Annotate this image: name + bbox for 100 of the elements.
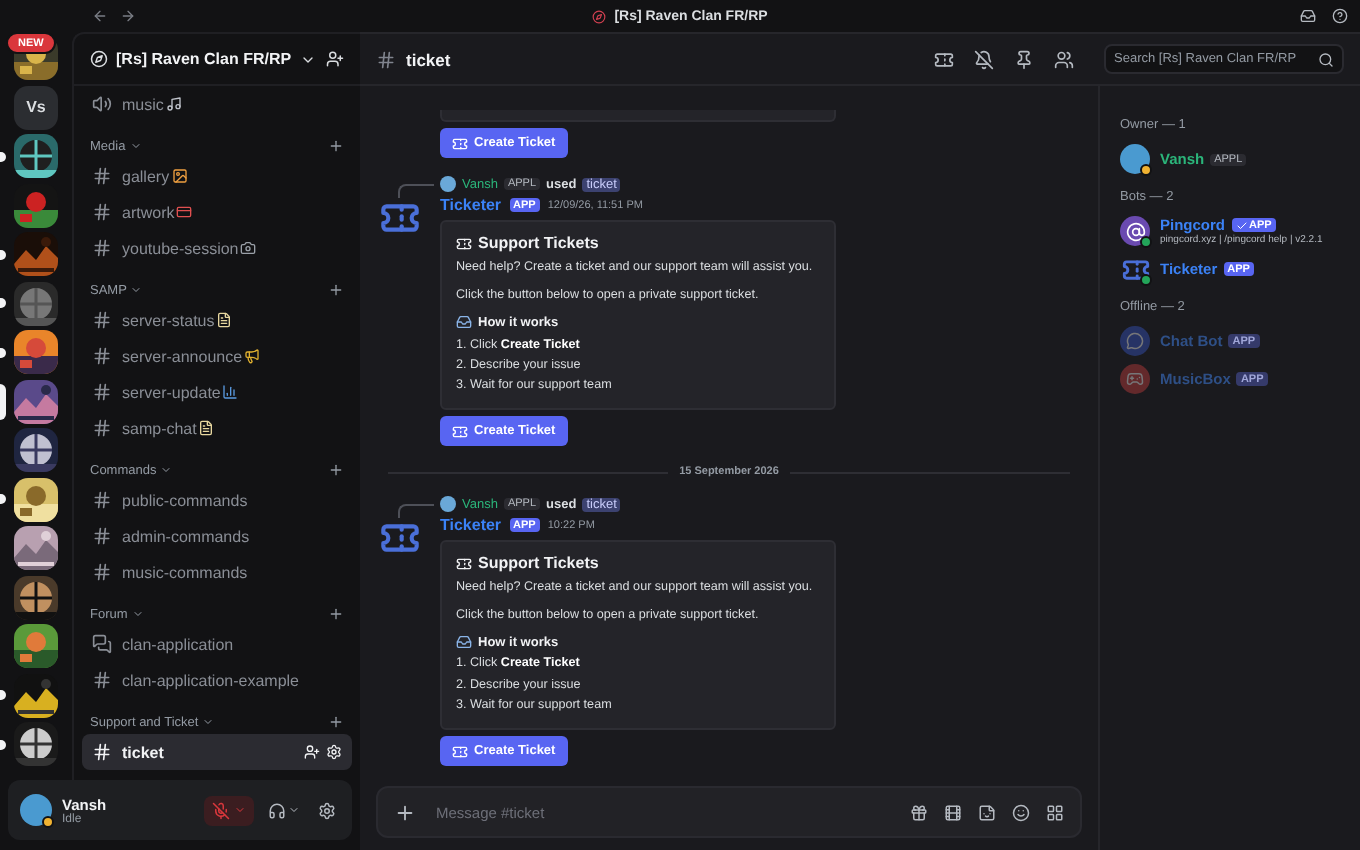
- server-indicator: [0, 494, 6, 504]
- channel-item[interactable]: server-status: [82, 302, 352, 338]
- add-channel-icon[interactable]: [328, 462, 344, 478]
- hash-icon: [92, 238, 112, 258]
- user-avatar: [440, 496, 456, 513]
- at-sign-icon: [1125, 221, 1145, 241]
- speaker-icon: [92, 94, 112, 114]
- apps-icon[interactable]: [1046, 803, 1064, 821]
- card-icon: [176, 204, 193, 220]
- pin-icon[interactable]: [1014, 49, 1034, 69]
- image-icon: [171, 168, 188, 184]
- inbox-icon: [456, 634, 472, 651]
- ticket-icon: [456, 235, 472, 252]
- emoji-icon[interactable]: [1012, 803, 1030, 821]
- ticket-icon: [452, 423, 468, 440]
- hash-icon: [92, 346, 112, 366]
- hash-icon: [92, 418, 112, 438]
- bot-avatar[interactable]: [1120, 254, 1150, 284]
- mic-off-icon: [212, 801, 230, 819]
- add-channel-icon[interactable]: [328, 282, 344, 298]
- inbox-icon: [456, 314, 472, 331]
- channel-item[interactable]: clan-application: [82, 626, 352, 662]
- server-indicator: [0, 249, 6, 259]
- hash-icon: [92, 490, 112, 510]
- hash-icon: [92, 166, 112, 186]
- bell-off-icon[interactable]: [974, 49, 994, 69]
- microphone-button[interactable]: [204, 795, 254, 825]
- chevron-icon: [131, 608, 144, 620]
- add-channel-icon[interactable]: [328, 606, 344, 622]
- chevron-icon: [202, 716, 215, 728]
- invite-icon[interactable]: [326, 50, 344, 68]
- inbox-icon[interactable]: [1300, 8, 1316, 24]
- channel-item[interactable]: gallery: [82, 158, 352, 194]
- channel-item[interactable]: youtube-session: [82, 230, 352, 266]
- channel-item[interactable]: artwork: [82, 194, 352, 230]
- controller-icon: [1126, 370, 1144, 388]
- channel-item[interactable]: music-commands: [82, 554, 352, 590]
- status-dot: [42, 816, 54, 828]
- user-avatar[interactable]: [1120, 144, 1150, 174]
- help-icon[interactable]: [1332, 8, 1348, 24]
- channel-item[interactable]: ticket: [82, 734, 352, 770]
- gif-icon[interactable]: [944, 803, 962, 821]
- server-initials[interactable]: Vs: [14, 85, 58, 129]
- reply-line: [398, 184, 434, 199]
- ticket-icon: [452, 743, 468, 759]
- camera-icon: [240, 240, 257, 256]
- ticket-icon: [1121, 255, 1149, 283]
- members-icon[interactable]: [1054, 49, 1074, 69]
- chevron-icon: [160, 464, 173, 476]
- server-indicator: [0, 151, 6, 161]
- server-indicator: [0, 739, 6, 749]
- hash-icon: [92, 562, 112, 582]
- reply-line: [398, 504, 434, 519]
- chat-bubble-icon: [1126, 332, 1144, 350]
- embed-title: Support Tickets: [478, 554, 599, 573]
- channel-item[interactable]: admin-commands: [82, 518, 352, 554]
- hash-icon: [92, 742, 112, 762]
- add-channel-icon[interactable]: [328, 138, 344, 154]
- channel-item[interactable]: samp-chat: [82, 410, 352, 446]
- chevron-icon: [129, 140, 142, 152]
- hash-icon: [376, 49, 396, 69]
- sticker-icon[interactable]: [978, 803, 996, 821]
- chart-icon: [222, 384, 239, 400]
- server-indicator: [0, 690, 6, 700]
- channel-item[interactable]: public-commands: [82, 482, 352, 518]
- author-name[interactable]: Ticketer: [440, 516, 502, 535]
- ticket-icon: [452, 135, 468, 152]
- channel-title: ticket: [406, 49, 451, 69]
- gift-icon[interactable]: [910, 803, 928, 821]
- server-indicator: [0, 383, 6, 419]
- user-avatar[interactable]: [20, 794, 52, 826]
- settings-icon: [318, 801, 336, 819]
- hash-icon: [92, 202, 112, 222]
- back-icon[interactable]: [92, 8, 108, 24]
- megaphone-icon: [244, 348, 261, 364]
- add-channel-icon[interactable]: [328, 714, 344, 730]
- forward-icon[interactable]: [120, 8, 136, 24]
- server-indicator: [0, 298, 6, 308]
- add-icon[interactable]: [394, 801, 416, 823]
- chevron-icon: [288, 804, 300, 816]
- user-avatar: [440, 176, 456, 193]
- author-name[interactable]: Ticketer: [440, 196, 502, 215]
- forum-icon: [92, 634, 112, 654]
- memo-icon: [198, 420, 215, 436]
- music-note-icon: [165, 96, 182, 112]
- hash-icon: [92, 382, 112, 402]
- chevron-icon: [234, 804, 246, 816]
- channel-item[interactable]: server-update: [82, 374, 352, 410]
- embed-title: Support Tickets: [478, 234, 599, 253]
- search-icon: [1318, 51, 1334, 67]
- channel-item[interactable]: music: [82, 86, 352, 122]
- bot-avatar[interactable]: [1120, 216, 1150, 246]
- settings-icon[interactable]: [326, 744, 342, 760]
- channel-item[interactable]: clan-application-example: [82, 662, 352, 698]
- ticket-icon: [456, 555, 472, 572]
- channel-item[interactable]: server-announce: [82, 338, 352, 374]
- headphones-icon: [268, 801, 286, 819]
- invite-icon[interactable]: [304, 744, 320, 760]
- settings-button[interactable]: [314, 797, 340, 823]
- thread-channel-icon: [92, 670, 112, 690]
